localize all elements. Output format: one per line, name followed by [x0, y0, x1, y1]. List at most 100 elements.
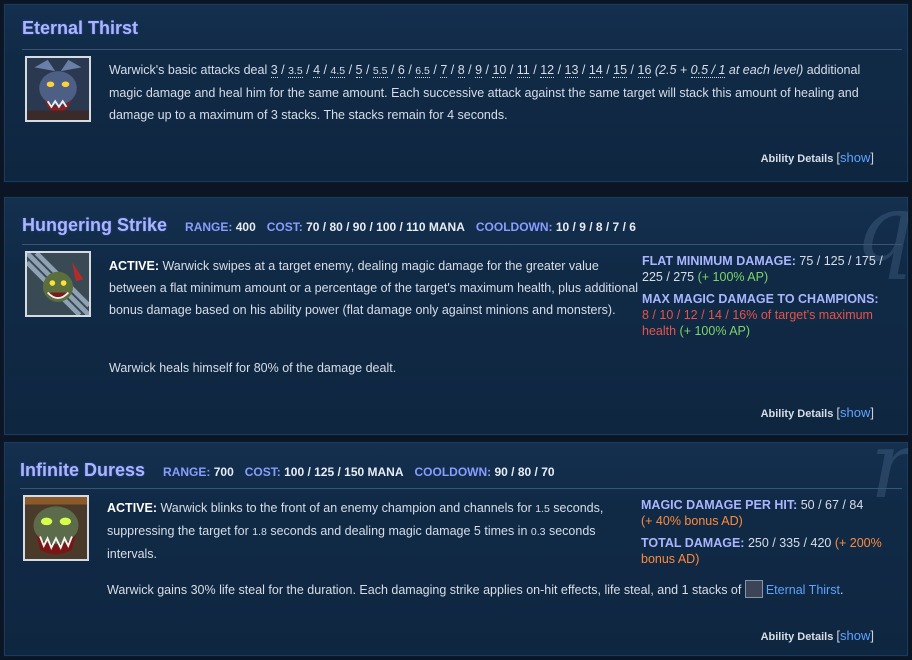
value-separator: /	[602, 63, 614, 77]
ap-ratio: (+ 100% AP)	[676, 324, 751, 338]
channel-time: 1.5	[535, 503, 550, 515]
stat-value: 100 / 125 / 150 MANA	[284, 465, 404, 479]
infinite-duress-icon	[23, 495, 89, 561]
ability-title: Eternal Thirst	[22, 18, 139, 38]
heal-description: Warwick heals himself for 80% of the dam…	[109, 357, 639, 379]
stat-cost: COST: 100 / 125 / 150 MANA	[245, 465, 404, 479]
details-label: Ability Details	[760, 631, 834, 643]
eternal-thirst-link[interactable]: Eternal Thirst	[766, 583, 840, 597]
divider	[20, 488, 902, 489]
stat-range: RANGE: 400	[185, 220, 256, 234]
eternal-thirst-icon	[25, 56, 91, 122]
value-separator: /	[362, 63, 373, 77]
desc-text-pre: Warwick's basic attacks deal	[109, 63, 271, 77]
damage-value: 15	[613, 63, 628, 78]
active-text: seconds and dealing magic damage 5 times…	[266, 524, 531, 538]
scaling-label: MAX MAGIC DAMAGE TO CHAMPIONS:	[642, 292, 879, 306]
flat-min-damage: FLAT MINIMUM DAMAGE: 75 / 125 / 175 / 22…	[642, 253, 884, 285]
damage-value: 12	[540, 63, 555, 78]
suppress-time: 1.8	[252, 526, 267, 538]
stat-label: RANGE:	[185, 220, 233, 234]
damage-value: 4.5	[330, 65, 346, 78]
ability-title: Infinite Duress	[20, 460, 146, 480]
value-separator: /	[506, 63, 517, 77]
damage-values: 3 / 3.5 / 4 / 4.5 / 5 / 5.5 / 6 / 6.5 / …	[270, 63, 652, 78]
active-text: Warwick swipes at a target enemy, dealin…	[109, 259, 639, 317]
value-separator: /	[302, 63, 314, 77]
value-separator: /	[320, 63, 331, 77]
stat-cooldown: COOLDOWN: 10 / 9 / 8 / 7 / 6	[476, 220, 636, 234]
ratio-close: at each level)	[725, 63, 804, 77]
value-separator: /	[578, 63, 589, 77]
ratio-open: (2.5 +	[651, 63, 691, 77]
ability-title: Hungering Strike	[22, 215, 168, 235]
ratio-values: 0.5 / 1	[690, 63, 726, 78]
damage-value: 14	[588, 63, 603, 78]
stat-label: COOLDOWN:	[475, 220, 553, 234]
stat-range: RANGE: 700	[163, 465, 234, 479]
show-details-link[interactable]: show	[840, 628, 870, 643]
scaling-value: 250 / 335 / 420	[744, 536, 832, 550]
divider	[22, 244, 902, 245]
stat-cost: COST: 70 / 80 / 90 / 100 / 110 MANA	[267, 220, 465, 234]
value-separator: /	[482, 63, 493, 77]
value-separator: /	[345, 63, 356, 77]
value-separator: /	[554, 63, 565, 77]
ability-description: Warwick's basic attacks deal 3 / 3.5 / 4…	[109, 59, 885, 126]
damage-value: 9	[475, 63, 483, 78]
ability-description: ACTIVE: Warwick blinks to the front of a…	[107, 497, 627, 565]
stat-cooldown: COOLDOWN: 90 / 80 / 70	[415, 465, 555, 479]
ability-details: Ability Details [show]	[761, 405, 874, 420]
divider	[22, 49, 902, 50]
ability-details: Ability Details [show]	[761, 150, 874, 165]
scaling-label: TOTAL DAMAGE:	[641, 536, 745, 550]
interval-time: 0.3	[530, 526, 546, 538]
damage-value: 6	[397, 63, 405, 78]
heal-text: Warwick heals himself for 80% of the dam…	[109, 361, 397, 375]
active-text: Warwick blinks to the front of an enemy …	[157, 501, 536, 515]
bracket-close: ]	[870, 150, 874, 165]
max-magic-damage: MAX MAGIC DAMAGE TO CHAMPIONS: 8 / 10 / …	[642, 291, 884, 339]
bracket-close: ]	[870, 628, 874, 643]
damage-value: 6.5	[415, 65, 430, 78]
show-details-link[interactable]: show	[840, 150, 870, 165]
period: .	[839, 583, 844, 597]
value-separator: /	[627, 63, 638, 77]
ad-ratio: (+ 40% bonus AD)	[641, 514, 743, 528]
eternal-thirst-mini-icon	[744, 580, 763, 598]
ability-header: Hungering Strike RANGE: 400 COST: 70 / 8…	[22, 215, 647, 236]
stat-value: 70 / 80 / 90 / 100 / 110 MANA	[306, 220, 465, 234]
value-separator: /	[277, 63, 289, 77]
damage-value: 3	[270, 63, 278, 78]
damage-value: 3.5	[288, 65, 303, 78]
total-damage: TOTAL DAMAGE: 250 / 335 / 420 (+ 200% bo…	[641, 535, 891, 567]
ability-scaling: MAGIC DAMAGE PER HIT: 50 / 67 / 84 (+ 40%…	[641, 497, 891, 573]
ability-panel-hungering-strike: q Hungering Strike RANGE: 400 COST: 70 /…	[3, 196, 909, 436]
lifesteal-text: Warwick gains 30% life steal for the dur…	[107, 583, 745, 597]
value-separator: /	[429, 63, 441, 77]
details-label: Ability Details	[760, 408, 834, 420]
scaling-label: MAGIC DAMAGE PER HIT:	[641, 498, 798, 512]
value-separator: /	[464, 63, 476, 77]
stat-label: COST:	[266, 220, 303, 234]
stat-label: COST:	[244, 465, 281, 479]
stat-value: 400	[235, 220, 256, 234]
value-separator: /	[447, 63, 458, 77]
damage-value: 16	[637, 63, 652, 78]
active-label: ACTIVE:	[107, 501, 157, 515]
stat-value: 10 / 9 / 8 / 7 / 6	[555, 220, 636, 234]
damage-value: 5.5	[372, 65, 388, 78]
damage-value: 8	[457, 63, 465, 78]
damage-value: 10	[492, 63, 507, 78]
ability-header: Eternal Thirst	[22, 18, 156, 39]
scaling-value: 50 / 67 / 84	[797, 498, 864, 512]
ability-header: Infinite Duress RANGE: 700 COST: 100 / 1…	[20, 460, 566, 481]
ability-details: Ability Details [show]	[761, 628, 874, 643]
stat-label: COOLDOWN:	[414, 465, 492, 479]
details-label: Ability Details	[760, 153, 834, 165]
stat-value: 90 / 80 / 70	[494, 465, 555, 479]
active-label: ACTIVE:	[109, 259, 159, 273]
magic-damage-per-hit: MAGIC DAMAGE PER HIT: 50 / 67 / 84 (+ 40%…	[641, 497, 891, 529]
show-details-link[interactable]: show	[840, 405, 870, 420]
scaling-label: FLAT MINIMUM DAMAGE:	[642, 254, 796, 268]
